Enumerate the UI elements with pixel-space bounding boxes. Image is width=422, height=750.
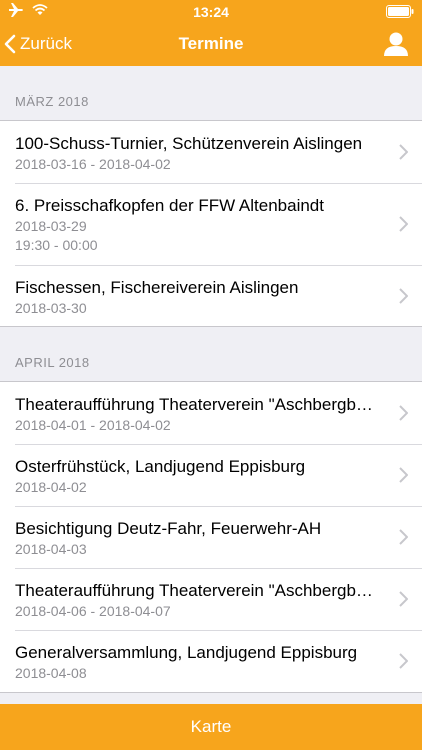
- event-date: 2018-04-03: [15, 541, 87, 557]
- chevron-right-icon: [399, 467, 408, 483]
- chevron-right-icon: [399, 216, 408, 232]
- event-date: 2018-03-30: [15, 300, 87, 316]
- list-item[interactable]: Theateraufführung Theaterverein "Aschber…: [0, 568, 422, 630]
- status-time: 13:24: [193, 4, 229, 20]
- event-date: 2018-04-08: [15, 665, 87, 681]
- section-list-maerz: 100-Schuss-Turnier, Schützenverein Aisli…: [0, 120, 422, 327]
- list-item[interactable]: 6. Preisschafkopfen der FFW Altenbaindt …: [0, 183, 422, 265]
- event-title: Besichtigung Deutz-Fahr, Feuerwehr-AH: [15, 519, 322, 538]
- chevron-right-icon: [399, 144, 408, 160]
- chevron-right-icon: [399, 529, 408, 545]
- top-bar: 13:24 Zurück Termine: [0, 0, 422, 66]
- event-date: 2018-04-01 - 2018-04-02: [15, 417, 171, 433]
- event-date: 2018-03-29: [15, 218, 87, 234]
- battery-icon: [386, 5, 414, 21]
- user-icon: [384, 32, 408, 56]
- section-header-maerz: MÄRZ 2018: [15, 94, 89, 109]
- event-time: 19:30 - 00:00: [15, 237, 98, 253]
- event-date: 2018-04-06 - 2018-04-07: [15, 603, 171, 619]
- list-item[interactable]: Osterfrühstück, Landjugend Eppisburg 201…: [0, 444, 422, 506]
- section-list-april: Theateraufführung Theaterverein "Aschber…: [0, 381, 422, 693]
- map-button[interactable]: Karte: [0, 704, 422, 750]
- event-date: 2018-04-02: [15, 479, 87, 495]
- event-list[interactable]: MÄRZ 2018 100-Schuss-Turnier, Schützenve…: [0, 66, 422, 704]
- chevron-right-icon: [399, 405, 408, 421]
- event-title: 100-Schuss-Turnier, Schützenverein Aisli…: [15, 134, 363, 153]
- list-item[interactable]: Theateraufführung Theaterverein "Aschber…: [0, 382, 422, 444]
- event-title: Osterfrühstück, Landjugend Eppisburg: [15, 457, 306, 476]
- event-date: 2018-03-16 - 2018-04-02: [15, 156, 171, 172]
- page-title: Termine: [178, 34, 244, 53]
- event-title: Generalversammlung, Landjugend Eppisburg: [15, 643, 358, 662]
- chevron-right-icon: [399, 653, 408, 669]
- user-button[interactable]: [382, 30, 410, 58]
- list-item[interactable]: Besichtigung Deutz-Fahr, Feuerwehr-AH 20…: [0, 506, 422, 568]
- list-item[interactable]: Fischessen, Fischereiverein Aislingen 20…: [0, 265, 422, 326]
- list-item[interactable]: Generalversammlung, Landjugend Eppisburg…: [0, 630, 422, 692]
- nav-bar: Zurück Termine: [0, 22, 422, 66]
- chevron-right-icon: [399, 287, 408, 304]
- list-item[interactable]: 100-Schuss-Turnier, Schützenverein Aisli…: [0, 121, 422, 183]
- event-title: Theateraufführung Theaterverein "Aschber…: [15, 581, 373, 600]
- status-bar: 13:24: [0, 0, 422, 22]
- event-title: 6. Preisschafkopfen der FFW Altenbaindt: [15, 196, 324, 215]
- event-title: Theateraufführung Theaterverein "Aschber…: [15, 395, 373, 414]
- chevron-right-icon: [399, 591, 408, 607]
- section-header-april: APRIL 2018: [15, 355, 90, 370]
- event-title: Fischessen, Fischereiverein Aislingen: [15, 278, 299, 297]
